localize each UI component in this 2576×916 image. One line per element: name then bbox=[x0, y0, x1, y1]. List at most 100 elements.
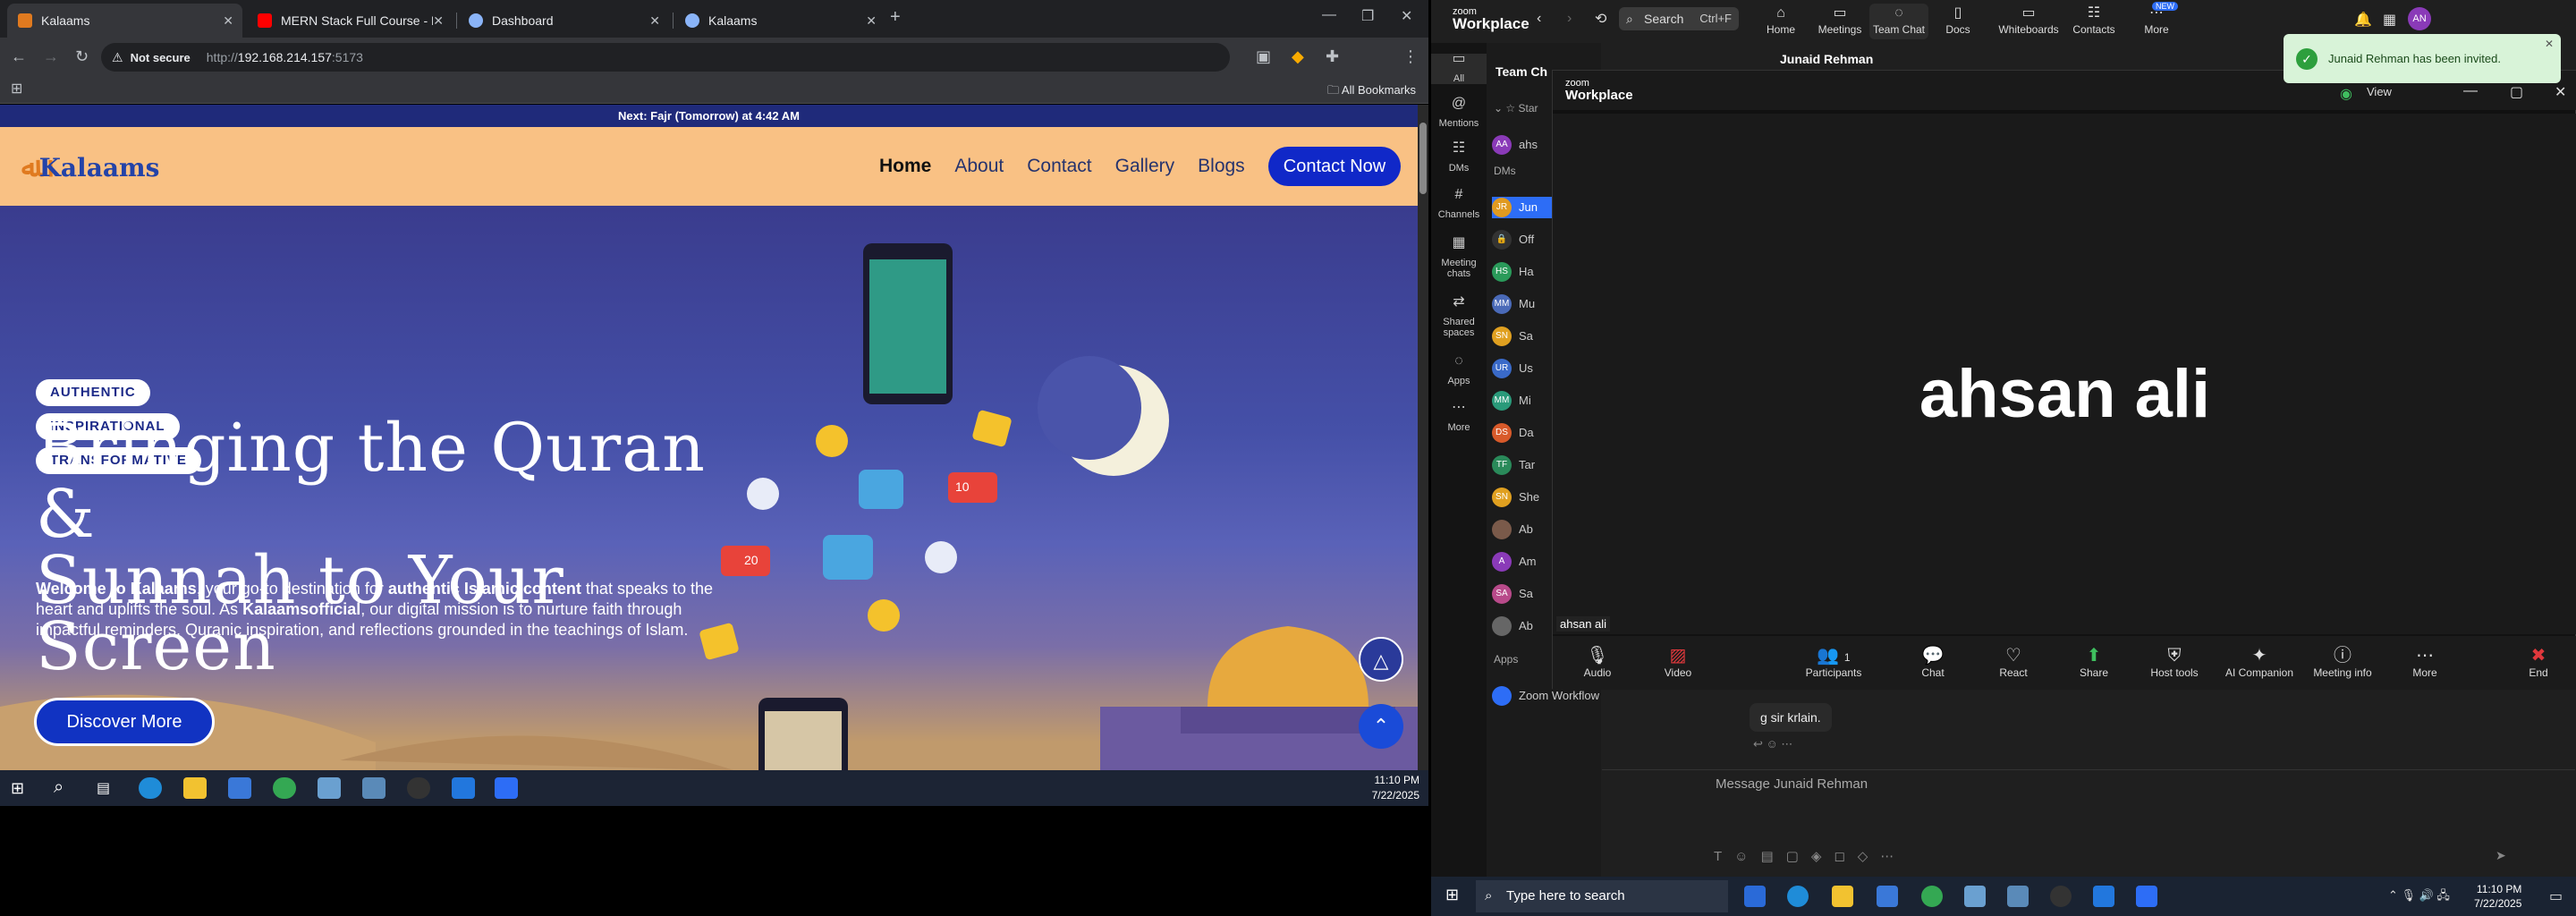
maximize-button[interactable]: ▢ bbox=[2510, 83, 2523, 101]
new-tab-button[interactable]: + bbox=[890, 7, 901, 28]
nav-blogs[interactable]: Blogs bbox=[1198, 156, 1245, 177]
minimize-button[interactable]: — bbox=[2463, 83, 2478, 99]
zoom-taskbar-icon[interactable] bbox=[495, 777, 518, 799]
zoom-taskbar-icon[interactable] bbox=[2136, 886, 2157, 907]
close-icon[interactable]: ✕ bbox=[866, 13, 877, 29]
chrome-icon[interactable] bbox=[1921, 886, 1943, 907]
participants-button[interactable]: 👥 1 Participants bbox=[1789, 645, 1878, 679]
chat-button[interactable]: 💬 Chat bbox=[1897, 645, 1969, 679]
contact-now-button[interactable]: Contact Now bbox=[1268, 147, 1401, 186]
extensions-puzzle-icon[interactable]: ✚ bbox=[1326, 47, 1339, 66]
close-icon[interactable]: ✕ bbox=[2545, 20, 2554, 69]
zoom-nav-whiteboards[interactable]: ▭ Whiteboards bbox=[1993, 4, 2064, 36]
github-icon[interactable] bbox=[407, 777, 430, 799]
chrome-icon[interactable] bbox=[273, 777, 296, 799]
rail-apps[interactable]: ◌ Apps bbox=[1431, 354, 1487, 387]
file-explorer-icon[interactable] bbox=[1832, 886, 1853, 907]
app-icon[interactable] bbox=[2007, 886, 2029, 907]
close-icon[interactable]: ✕ bbox=[649, 13, 660, 29]
discover-more-button[interactable]: Discover More bbox=[34, 698, 215, 746]
rail-dms[interactable]: ☷ DMs bbox=[1431, 141, 1487, 174]
section-apps[interactable]: Apps bbox=[1494, 653, 1518, 666]
more-button[interactable]: ⋯ More bbox=[2389, 645, 2461, 679]
rail-mentions[interactable]: @ Mentions bbox=[1431, 97, 1487, 130]
rail-more[interactable]: ⋯ More bbox=[1431, 401, 1487, 434]
audio-button[interactable]: 🎙 Audio bbox=[1562, 645, 1633, 679]
zoom-search[interactable]: ⌕ Search Ctrl+F bbox=[1619, 7, 1739, 30]
end-button[interactable]: ✖ End bbox=[2512, 645, 2565, 679]
address-bar[interactable]: ⚠ Not secure http://192.168.214.157:5173 bbox=[101, 43, 1230, 72]
store-icon[interactable] bbox=[228, 777, 251, 799]
windows-start-icon[interactable]: ⊞ bbox=[11, 779, 24, 798]
system-clock[interactable]: 11:10 PM 7/22/2025 bbox=[2474, 882, 2521, 911]
github-icon[interactable] bbox=[2050, 886, 2072, 907]
file-explorer-icon[interactable] bbox=[183, 777, 207, 799]
history-icon[interactable]: ⟲ bbox=[1595, 10, 1606, 28]
search-icon[interactable]: ⌕ bbox=[54, 777, 64, 798]
vscode-icon[interactable] bbox=[2093, 886, 2114, 907]
section-starred[interactable]: ⌄ ☆ Star bbox=[1494, 102, 1538, 114]
ai-companion-button[interactable]: ✦ AI Companion bbox=[2215, 645, 2304, 679]
tab-kalaams-active[interactable]: Kalaams ✕ bbox=[7, 4, 242, 38]
rail-channels[interactable]: # Channels bbox=[1431, 188, 1487, 221]
site-logo[interactable]: ﷲKalaams bbox=[21, 152, 159, 183]
message-input[interactable]: Message Junaid Rehman bbox=[1716, 776, 1868, 792]
app-icon[interactable] bbox=[318, 777, 341, 799]
close-window-button[interactable]: ✕ bbox=[1401, 7, 1412, 25]
task-view-icon[interactable]: ▤ bbox=[97, 779, 110, 797]
video-button[interactable]: ▨ Video bbox=[1642, 645, 1714, 679]
rail-meeting-chats[interactable]: ▦ Meeting chats bbox=[1431, 236, 1487, 280]
rail-all[interactable]: ▭ All bbox=[1431, 52, 1487, 84]
zoom-nav-home[interactable]: ⌂ Home bbox=[1751, 4, 1810, 36]
nav-contact[interactable]: Contact bbox=[1027, 156, 1091, 177]
view-button[interactable]: View bbox=[2367, 85, 2392, 98]
scroll-top-button[interactable]: ⌃ bbox=[1359, 704, 1403, 749]
section-dms[interactable]: DMs bbox=[1494, 165, 1516, 177]
bell-icon[interactable]: 🔔 bbox=[2354, 11, 2372, 29]
zoom-nav-docs[interactable]: ▯ Docs bbox=[1928, 4, 1987, 36]
system-clock[interactable]: 11:10 PM 7/22/2025 bbox=[1372, 773, 1419, 803]
whatsapp-scroll-icon[interactable]: △ bbox=[1359, 637, 1403, 682]
forward-icon[interactable]: → bbox=[43, 47, 59, 66]
task-view-icon[interactable] bbox=[1744, 886, 1766, 907]
meeting-info-button[interactable]: ⓘ Meeting info bbox=[2302, 645, 2383, 679]
user-avatar[interactable]: AN bbox=[2408, 7, 2431, 30]
taskbar-search[interactable]: ⌕ Type here to search bbox=[1476, 880, 1728, 912]
react-button[interactable]: ♡ React bbox=[1978, 645, 2049, 679]
close-button[interactable]: ✕ bbox=[2555, 83, 2566, 101]
close-icon[interactable]: ✕ bbox=[223, 13, 233, 29]
windows-start-icon[interactable]: ⊞ bbox=[1445, 886, 1459, 904]
calendar-icon[interactable]: ▦ bbox=[2383, 11, 2396, 29]
nav-gallery[interactable]: Gallery bbox=[1115, 156, 1175, 177]
edge-icon[interactable] bbox=[1787, 886, 1809, 907]
reload-icon[interactable]: ↻ bbox=[75, 47, 89, 66]
tab-kalaams[interactable]: Kalaams ✕ bbox=[674, 4, 886, 38]
back-icon[interactable]: ‹ bbox=[1537, 11, 1541, 27]
scrollbar-thumb[interactable] bbox=[1419, 123, 1427, 194]
system-tray-icons[interactable]: ⌃ 🎙 🔊 🖧 bbox=[2388, 887, 2450, 907]
close-icon[interactable]: ✕ bbox=[433, 13, 444, 29]
message-actions[interactable]: ↩ ☺ ⋯ bbox=[1753, 737, 1792, 751]
compose-toolbar-icons[interactable]: T☺▤▢◈◻◇⋯ bbox=[1714, 848, 1906, 864]
not-secure-icon[interactable]: ⚠ bbox=[112, 50, 123, 65]
app-icon[interactable] bbox=[1964, 886, 1986, 907]
page-scrollbar[interactable] bbox=[1418, 105, 1428, 770]
tab-dashboard[interactable]: Dashboard ✕ bbox=[458, 4, 669, 38]
forward-icon[interactable]: › bbox=[1567, 11, 1572, 27]
nav-about[interactable]: About bbox=[954, 156, 1004, 177]
minimize-button[interactable]: — bbox=[1322, 7, 1336, 23]
send-icon[interactable]: ➤ bbox=[2496, 848, 2506, 863]
host-tools-button[interactable]: ⛨ Host tools bbox=[2139, 645, 2210, 679]
tab-mern-course[interactable]: MERN Stack Full Course - ECom ✕ bbox=[247, 4, 453, 38]
vscode-icon[interactable] bbox=[452, 777, 475, 799]
store-icon[interactable] bbox=[1877, 886, 1898, 907]
menu-dots-icon[interactable]: ⋮ bbox=[1402, 47, 1419, 66]
app-icon[interactable] bbox=[362, 777, 386, 799]
back-icon[interactable]: ← bbox=[11, 47, 27, 66]
notifications-icon[interactable]: ▭ bbox=[2549, 887, 2563, 905]
share-button[interactable]: ⬆ Share bbox=[2058, 645, 2130, 679]
maximize-button[interactable]: ❐ bbox=[1361, 7, 1374, 25]
nav-home[interactable]: Home bbox=[879, 156, 931, 177]
extension-2-icon[interactable]: ◆ bbox=[1292, 47, 1304, 66]
apps-grid-icon[interactable]: ⊞ bbox=[11, 80, 22, 98]
